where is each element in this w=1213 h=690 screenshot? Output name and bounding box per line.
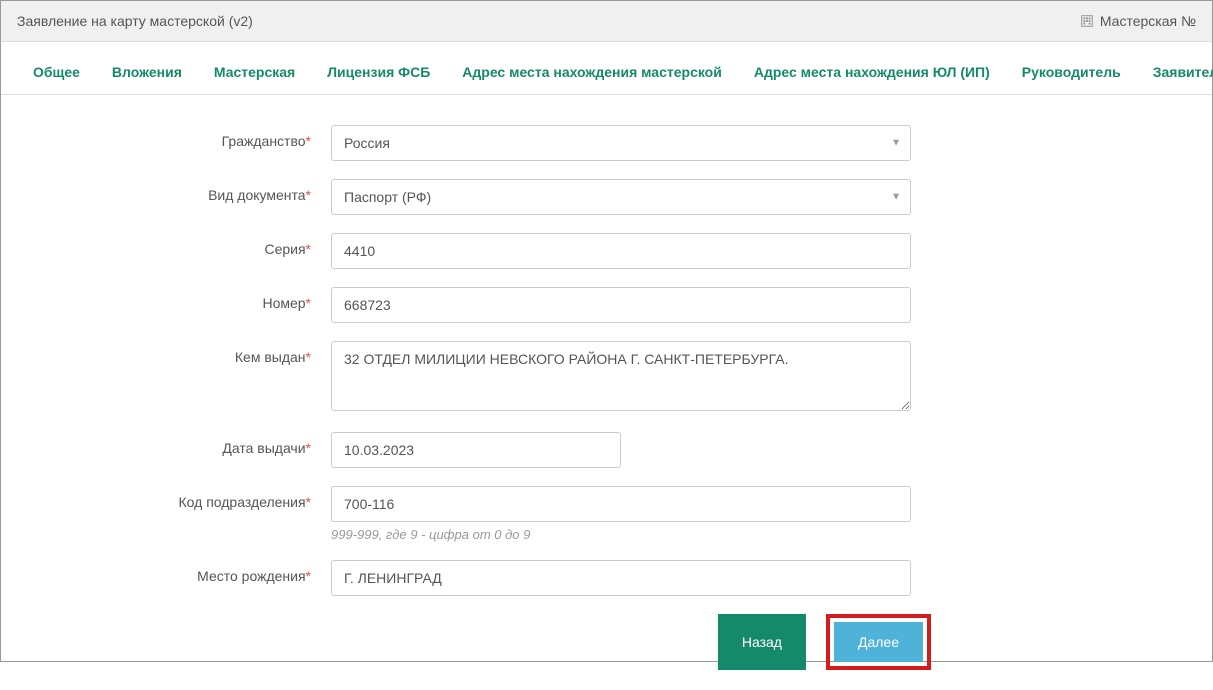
label-doc-type: Вид документа* <box>41 179 331 203</box>
dept-code-input[interactable] <box>331 486 911 522</box>
label-birth-place: Место рождения* <box>41 560 331 584</box>
tab-applicant[interactable]: Заявитель <box>1137 50 1213 94</box>
row-issued-by: Кем выдан* <box>41 341 1172 414</box>
form-area: Гражданство* Россия ▼ Вид документа* Пас… <box>1 95 1212 690</box>
tabs: Общее Вложения Мастерская Лицензия ФСБ А… <box>1 50 1212 95</box>
label-series: Серия* <box>41 233 331 257</box>
label-issued-by: Кем выдан* <box>41 341 331 365</box>
tab-fsb-license[interactable]: Лицензия ФСБ <box>311 50 446 94</box>
row-issue-date: Дата выдачи* <box>41 432 1172 468</box>
next-button[interactable]: Далее <box>834 622 923 662</box>
tab-attachments[interactable]: Вложения <box>96 50 198 94</box>
row-citizenship: Гражданство* Россия ▼ <box>41 125 1172 161</box>
row-birth-place: Место рождения* <box>41 560 1172 596</box>
tab-general[interactable]: Общее <box>17 50 96 94</box>
tab-legal-address[interactable]: Адрес места нахождения ЮЛ (ИП) <box>738 50 1006 94</box>
tab-director[interactable]: Руководитель <box>1006 50 1137 94</box>
series-input[interactable] <box>331 233 911 269</box>
building-icon <box>1080 14 1094 28</box>
number-input[interactable] <box>331 287 911 323</box>
topbar: Заявление на карту мастерской (v2) Масте… <box>1 1 1212 42</box>
org-indicator: Мастерская № <box>1080 13 1196 29</box>
dept-code-hint: 999-999, где 9 - цифра от 0 до 9 <box>331 527 911 542</box>
org-label: Мастерская № <box>1100 13 1196 29</box>
citizenship-select[interactable]: Россия <box>331 125 911 161</box>
doc-type-select[interactable]: Паспорт (РФ) <box>331 179 911 215</box>
label-issue-date: Дата выдачи* <box>41 432 331 456</box>
tab-workshop-address[interactable]: Адрес места нахождения мастерской <box>446 50 738 94</box>
row-dept-code: Код подразделения* 999-999, где 9 - цифр… <box>41 486 1172 542</box>
row-series: Серия* <box>41 233 1172 269</box>
label-citizenship: Гражданство* <box>41 125 331 149</box>
row-doc-type: Вид документа* Паспорт (РФ) ▼ <box>41 179 1172 215</box>
page-title: Заявление на карту мастерской (v2) <box>17 13 253 29</box>
issue-date-input[interactable] <box>331 432 621 468</box>
birth-place-input[interactable] <box>331 560 911 596</box>
tab-workshop[interactable]: Мастерская <box>198 50 311 94</box>
label-number: Номер* <box>41 287 331 311</box>
row-number: Номер* <box>41 287 1172 323</box>
label-dept-code: Код подразделения* <box>41 486 331 510</box>
issued-by-textarea[interactable] <box>331 341 911 411</box>
